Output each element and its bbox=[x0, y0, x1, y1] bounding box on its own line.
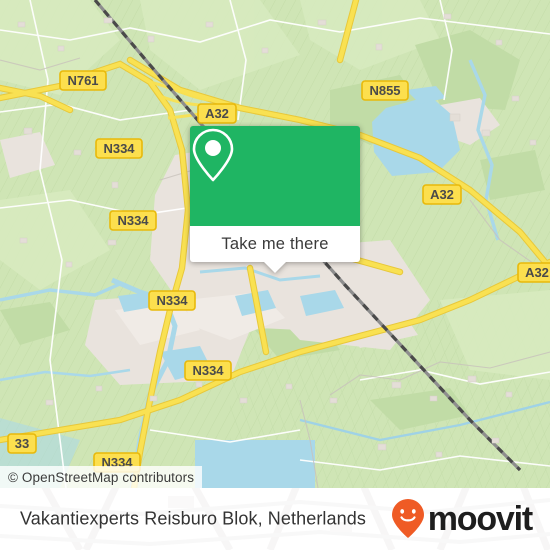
road-shield-label: A32 bbox=[205, 106, 229, 121]
moovit-smiley-pin-icon bbox=[391, 499, 424, 538]
road-shield-label: A32 bbox=[525, 265, 549, 280]
road-shield: A32 bbox=[197, 103, 237, 124]
road-shield: N761 bbox=[59, 70, 107, 91]
road-shield-label: N334 bbox=[156, 293, 188, 308]
road-shield: 33 bbox=[7, 433, 37, 454]
map-canvas[interactable]: N761 A32 N855 N334 N334 A32 A32 N334 N334 33 N334 … bbox=[0, 0, 550, 488]
road-shield: N334 bbox=[109, 210, 157, 231]
place-title: Vakantiexperts Reisburo Blok, Netherland… bbox=[20, 508, 366, 529]
popup-tail bbox=[264, 262, 286, 273]
road-shield-label: N855 bbox=[369, 83, 400, 98]
road-shield: N334 bbox=[95, 138, 143, 159]
popup-header bbox=[190, 126, 360, 226]
moovit-brand-logo[interactable]: moovit bbox=[391, 498, 533, 540]
road-shield-label: 33 bbox=[15, 436, 29, 451]
road-shield: N855 bbox=[361, 80, 409, 101]
road-shield-label: N334 bbox=[103, 141, 135, 156]
road-shield: A32 bbox=[422, 184, 462, 205]
road-shield: N334 bbox=[148, 290, 196, 311]
popup-action-row[interactable]: Take me there bbox=[190, 226, 360, 262]
road-shield-label: N334 bbox=[192, 363, 224, 378]
moovit-wordmark: moovit bbox=[427, 500, 533, 538]
take-me-there-popup[interactable]: Take me there bbox=[190, 126, 360, 273]
take-me-there-label: Take me there bbox=[221, 234, 329, 253]
osm-attribution-bar[interactable]: © OpenStreetMap contributors bbox=[0, 466, 203, 488]
footer-bar: Vakantiexperts Reisburo Blok, Netherland… bbox=[0, 488, 550, 550]
road-shield: N334 bbox=[184, 360, 232, 381]
osm-attribution-text: © OpenStreetMap contributors bbox=[8, 469, 195, 485]
moovit-place-map-screenshot: N761 A32 N855 N334 N334 A32 A32 N334 N334 33 N334 … bbox=[0, 0, 550, 550]
road-shield-label: N761 bbox=[67, 73, 98, 88]
road-shield-label: A32 bbox=[430, 187, 454, 202]
road-shield: A32 bbox=[517, 262, 550, 283]
map-pin-icon bbox=[192, 128, 234, 182]
road-shield-label: N334 bbox=[117, 213, 149, 228]
